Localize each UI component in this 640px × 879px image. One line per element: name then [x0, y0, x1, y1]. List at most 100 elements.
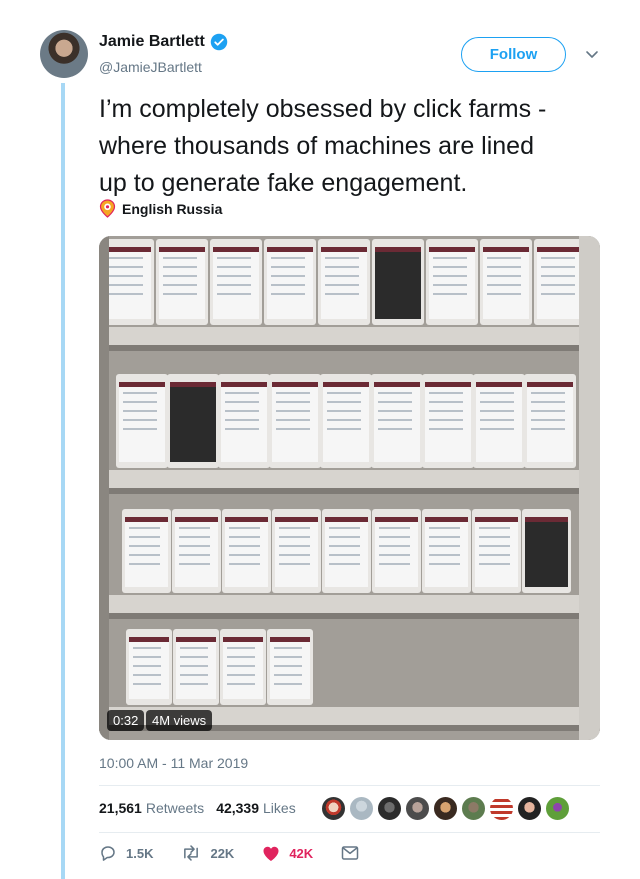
like-action-count: 42K [289, 845, 314, 861]
direct-message-button[interactable] [341, 845, 359, 861]
liker-avatar[interactable] [433, 796, 458, 821]
phone-status-bar [323, 382, 369, 387]
phone-text-line [217, 275, 251, 277]
phone-text-line [329, 536, 360, 538]
tweet-video[interactable]: 0:32 4M views [99, 236, 600, 740]
phone-screen [170, 382, 216, 462]
phone-status-bar [475, 517, 518, 522]
liker-avatar[interactable] [321, 796, 346, 821]
rack-shelf-shadow [99, 488, 600, 494]
phone-text-line [279, 554, 310, 556]
phone-text-line [479, 563, 510, 565]
phone-text-line [227, 683, 255, 685]
phone-text-line [429, 410, 463, 412]
phone-text-line [325, 284, 359, 286]
tweet-timestamp[interactable]: 10:00 AM - 11 Mar 2019 [99, 755, 248, 771]
reply-button[interactable]: 1.5K [99, 844, 153, 862]
phone-text-line [479, 527, 510, 529]
retweet-button[interactable]: 22K [181, 844, 234, 862]
phone-text-line [133, 665, 161, 667]
liker-avatar[interactable] [545, 796, 570, 821]
phone-text-line [123, 410, 157, 412]
phone-text-line [274, 665, 302, 667]
phone-text-line [123, 401, 157, 403]
phone-screen [129, 637, 169, 699]
phone-text-line [325, 257, 359, 259]
tweet-location[interactable]: English Russia [99, 199, 222, 218]
phone-status-bar [270, 637, 310, 642]
phone-text-line [129, 527, 160, 529]
phone-status-bar [125, 517, 168, 522]
divider [99, 785, 600, 786]
author-name-row: Jamie Bartlett [99, 33, 228, 51]
like-label[interactable]: Likes [263, 800, 296, 816]
phone-text-line [541, 284, 575, 286]
phone-text-line [378, 410, 412, 412]
phone-text-line [229, 545, 260, 547]
phone-screen [223, 637, 263, 699]
like-count[interactable]: 42,339 [216, 800, 259, 816]
phone-text-line [133, 656, 161, 658]
retweet-count[interactable]: 21,561 [99, 800, 142, 816]
phone-text-line [329, 554, 360, 556]
rack-shelf-shadow [99, 345, 600, 351]
phone-text-line [429, 392, 463, 394]
phone-text-line [129, 545, 160, 547]
divider [99, 832, 600, 833]
phone-text-line [325, 266, 359, 268]
phone-text-line [487, 266, 521, 268]
phone-text-line [129, 536, 160, 538]
phone-text-line [129, 554, 160, 556]
liker-avatar[interactable] [461, 796, 486, 821]
author-avatar[interactable] [40, 30, 88, 78]
phone-text-line [429, 554, 460, 556]
retweet-action-count: 22K [210, 845, 235, 861]
phone-text-line [179, 545, 210, 547]
phone-text-line [123, 428, 157, 430]
chevron-down-icon[interactable] [584, 46, 600, 62]
phone-text-line [329, 563, 360, 565]
phone-status-bar [429, 247, 475, 252]
liker-avatar[interactable] [349, 796, 374, 821]
phone-text-line [541, 275, 575, 277]
video-duration: 0:32 [107, 710, 145, 731]
liker-avatar[interactable] [377, 796, 402, 821]
phone-text-line [271, 257, 305, 259]
phone-text-line [279, 545, 310, 547]
phone-text-line [531, 419, 565, 421]
liker-avatar[interactable] [517, 796, 542, 821]
phone-text-line [227, 665, 255, 667]
phone-text-line [180, 656, 208, 658]
phone-text-line [379, 563, 410, 565]
retweet-label[interactable]: Retweets [146, 800, 204, 816]
phone-text-line [179, 536, 210, 538]
phone-text-line [133, 674, 161, 676]
phone-text-line [531, 410, 565, 412]
phone-text-line [109, 275, 143, 277]
follow-button[interactable]: Follow [461, 37, 566, 72]
phone-text-line [123, 392, 157, 394]
author-handle[interactable]: @JamieJBartlett [99, 59, 202, 75]
phone-status-bar [221, 382, 267, 387]
liker-avatar[interactable] [405, 796, 430, 821]
phone-text-line [480, 428, 514, 430]
liker-avatar[interactable] [489, 796, 514, 821]
phone-screen [176, 637, 216, 699]
phone-text-line [531, 392, 565, 394]
phone-text-line [279, 536, 310, 538]
phone-text-line [271, 266, 305, 268]
phone-text-line [325, 293, 359, 295]
phone-text-line [225, 410, 259, 412]
phone-text-line [179, 554, 210, 556]
phone-text-line [163, 266, 197, 268]
author-name[interactable]: Jamie Bartlett [99, 33, 205, 51]
phone-status-bar [159, 247, 205, 252]
phone-text-line [217, 293, 251, 295]
phone-status-bar [175, 517, 218, 522]
like-button[interactable]: 42K [262, 845, 313, 862]
phone-text-line [480, 410, 514, 412]
phone-text-line [480, 401, 514, 403]
phone-text-line [133, 683, 161, 685]
phone-text-line [225, 428, 259, 430]
phone-status-bar [119, 382, 165, 387]
